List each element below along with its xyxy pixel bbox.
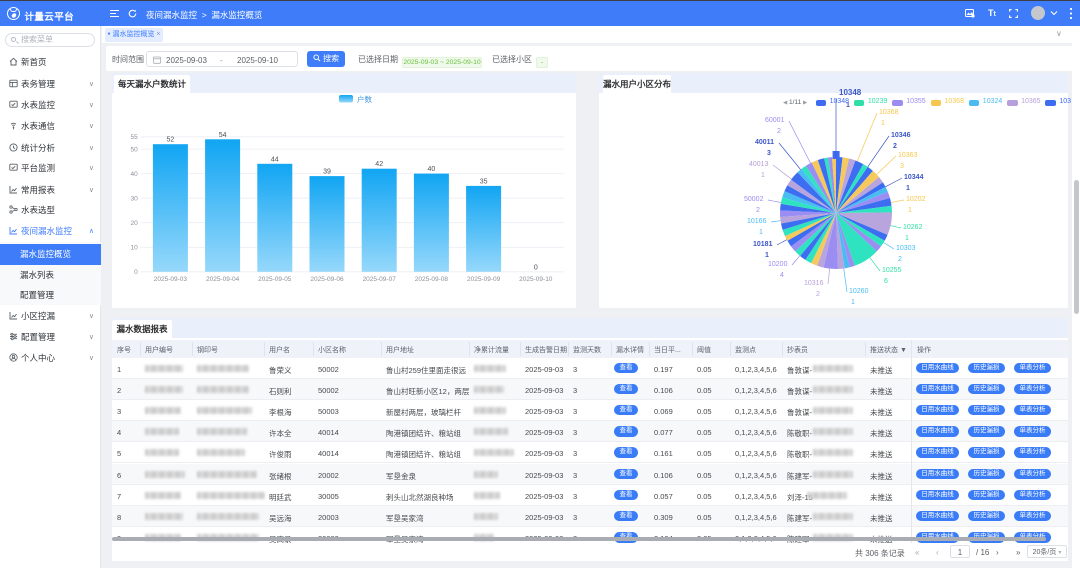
- svg-text:2025-09-07: 2025-09-07: [363, 276, 397, 283]
- svg-text:2025-09-10: 2025-09-10: [519, 276, 553, 283]
- svg-text:2025-09-06: 2025-09-06: [310, 276, 344, 283]
- svg-text:55: 55: [130, 134, 138, 141]
- svg-text:40: 40: [428, 166, 436, 173]
- svg-text:39: 39: [323, 169, 331, 176]
- svg-text:2025-09-09: 2025-09-09: [467, 276, 501, 283]
- svg-text:42: 42: [375, 161, 383, 168]
- svg-text:40: 40: [130, 171, 138, 178]
- svg-text:30: 30: [130, 196, 138, 203]
- svg-text:20: 20: [130, 220, 138, 227]
- svg-text:0: 0: [134, 269, 138, 276]
- svg-text:52: 52: [167, 137, 175, 144]
- svg-text:35: 35: [480, 178, 488, 185]
- svg-text:2025-09-08: 2025-09-08: [415, 276, 449, 283]
- svg-text:44: 44: [271, 156, 279, 163]
- svg-text:2025-09-04: 2025-09-04: [206, 276, 240, 283]
- svg-text:10: 10: [130, 245, 138, 252]
- svg-text:0: 0: [534, 264, 538, 271]
- svg-text:50: 50: [130, 146, 138, 153]
- svg-text:54: 54: [219, 132, 227, 139]
- svg-text:户数: 户数: [357, 94, 372, 104]
- svg-text:2025-09-05: 2025-09-05: [258, 276, 292, 283]
- svg-text:2025-09-03: 2025-09-03: [154, 276, 188, 283]
